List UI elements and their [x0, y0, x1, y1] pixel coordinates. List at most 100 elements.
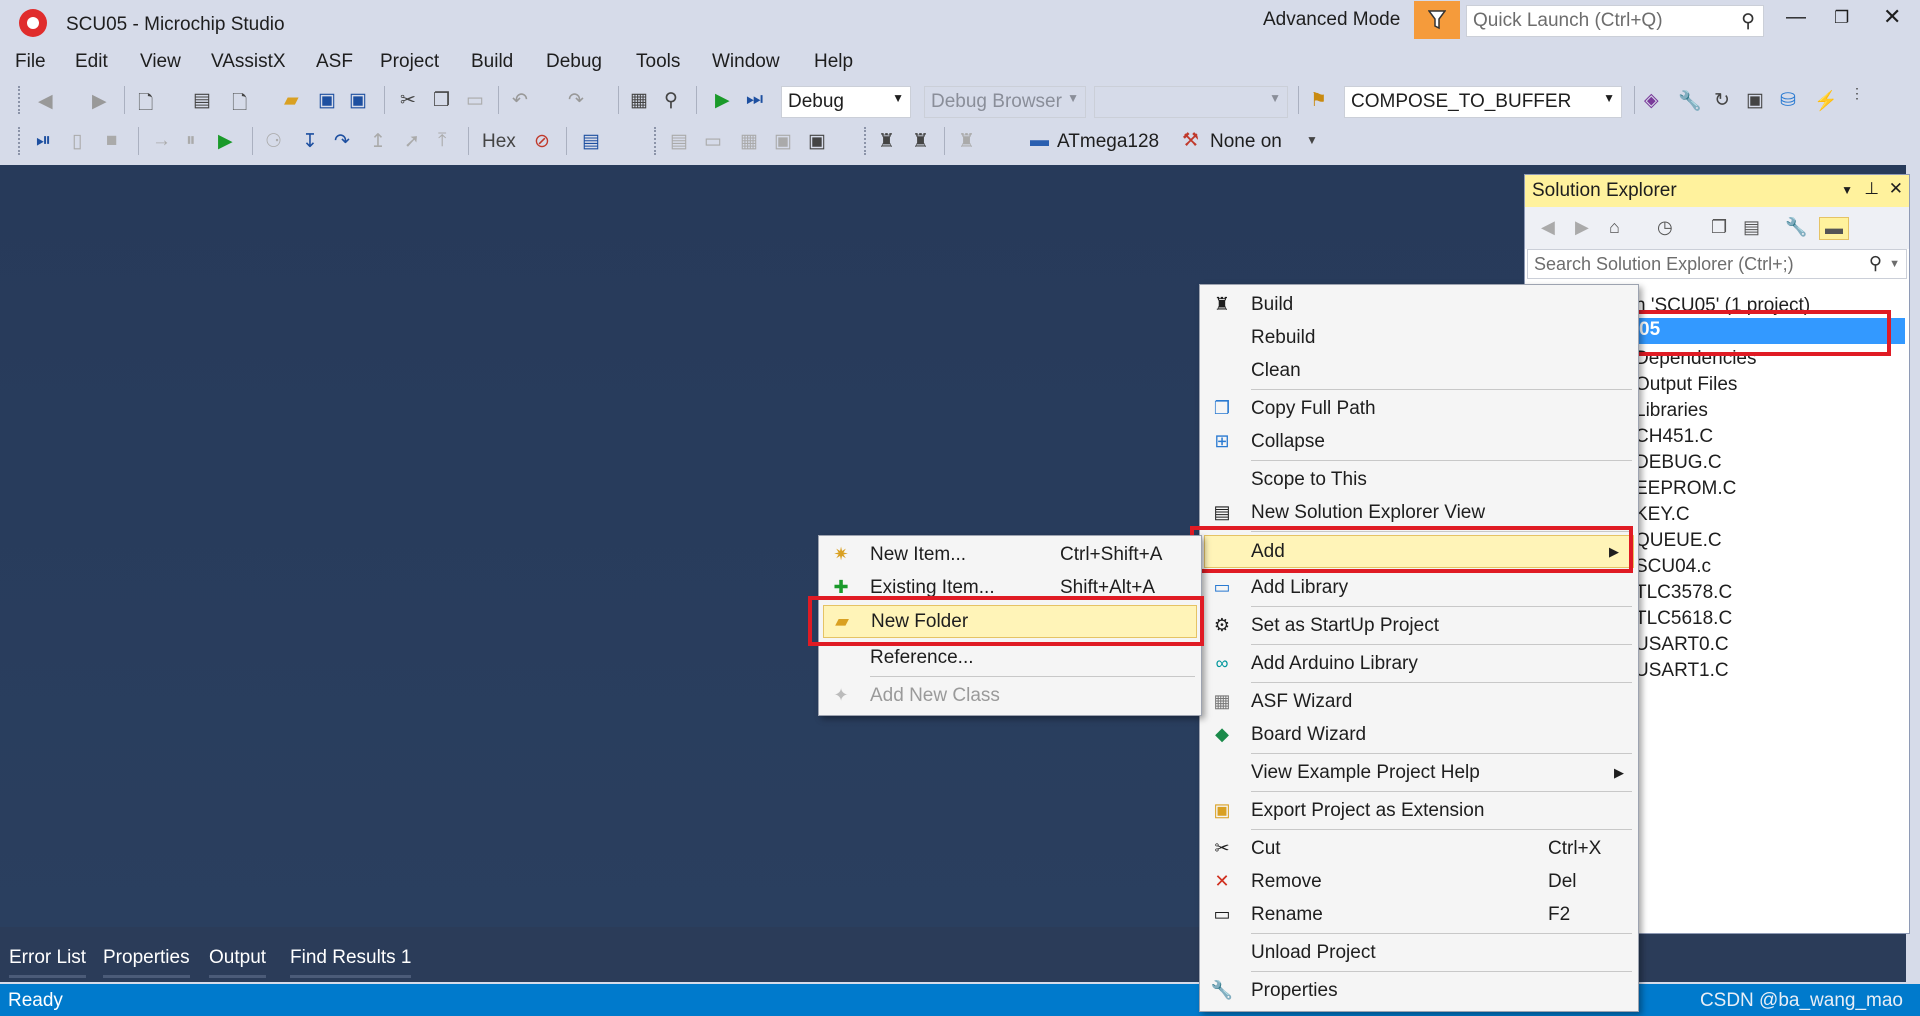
start-debugging-icon[interactable]: ▶ [715, 89, 730, 112]
menu-item-unload-project[interactable]: Unload Project [1200, 937, 1638, 970]
device-chip-icon[interactable]: ▬ [1030, 130, 1049, 152]
new-project-icon[interactable]: 🗋 [138, 89, 153, 121]
debug-browser-select[interactable]: Debug Browser ▼ [924, 86, 1086, 118]
tab-output[interactable]: Output [209, 947, 267, 978]
properties-icon[interactable]: 🔧 [1785, 217, 1807, 238]
cut-icon[interactable]: ✂ [400, 89, 416, 112]
submenu-item-reference[interactable]: Reference... [819, 642, 1201, 675]
menu-item-clean[interactable]: Clean [1200, 355, 1638, 388]
visual-studio-icon[interactable]: ◈ [1644, 89, 1659, 112]
find-icon[interactable]: ⚲ [664, 89, 678, 112]
menu-item-cut[interactable]: ✂ Cut Ctrl+X [1200, 833, 1638, 866]
tree-item[interactable]: CH451.C [1635, 426, 1713, 448]
minimize-icon[interactable]: — [1786, 6, 1806, 29]
preview-icon[interactable]: ▬ [1819, 217, 1849, 240]
menu-tools[interactable]: Tools [636, 51, 680, 73]
stop-icon[interactable]: ■ [106, 130, 117, 152]
forward-icon[interactable]: ▶ [1575, 217, 1589, 238]
start-without-debugging-icon[interactable]: ⏭ [746, 89, 763, 111]
menu-item-copy-full-path[interactable]: ❐ Copy Full Path [1200, 393, 1638, 426]
history-icon[interactable]: ◷ [1657, 217, 1673, 238]
solution-explorer-search[interactable]: Search Solution Explorer (Ctrl+;) ⚲ ▼ [1527, 249, 1907, 279]
refresh-icon[interactable]: ↻ [1714, 89, 1730, 112]
platform-select[interactable]: ▼ [1094, 86, 1288, 118]
tree-item[interactable]: USART1.C [1635, 660, 1729, 682]
filter-icon[interactable] [1414, 1, 1460, 39]
menu-debug[interactable]: Debug [546, 51, 602, 73]
tab-properties[interactable]: Properties [103, 947, 190, 978]
breakpoint-toggle-icon[interactable]: ⊘ [534, 130, 550, 153]
add-item-icon[interactable]: ▤ [193, 89, 211, 112]
run-icon[interactable]: ▶ [218, 130, 233, 153]
menu-view[interactable]: View [140, 51, 181, 73]
copy-icon[interactable]: ❐ [433, 89, 450, 112]
close-icon[interactable]: ✕ [1889, 179, 1903, 199]
solution-config-icon[interactable]: ▦ [630, 89, 648, 112]
io-view-icon[interactable]: ▦ [740, 130, 758, 153]
menu-help[interactable]: Help [814, 51, 853, 73]
restore-icon[interactable]: ❐ [1834, 8, 1849, 28]
pause-icon[interactable]: ⏸ [186, 130, 196, 152]
program-icon[interactable]: ♜ [912, 130, 929, 153]
toolbar-grip[interactable] [18, 86, 21, 114]
processor-icon[interactable]: ▣ [774, 130, 792, 153]
undo-icon[interactable]: ↶ [512, 89, 528, 112]
quick-launch-input[interactable]: Quick Launch (Ctrl+Q) ⚲ [1466, 5, 1764, 37]
show-all-files-icon[interactable]: ▤ [1743, 217, 1760, 238]
menu-item-build[interactable]: ♜ Build [1200, 289, 1638, 322]
menu-window[interactable]: Window [712, 51, 780, 73]
step-out-icon[interactable]: ↥ [370, 130, 386, 153]
menu-item-properties[interactable]: 🔧 Properties [1200, 975, 1638, 1008]
windows-icon[interactable]: ▤ [582, 130, 600, 153]
step-into-icon[interactable]: ↧ [302, 130, 318, 153]
submenu-item-new-item[interactable]: ✷ New Item... Ctrl+Shift+A [819, 539, 1201, 572]
tree-item[interactable]: TLC3578.C [1635, 582, 1732, 604]
chevron-down-icon[interactable]: ▼ [1306, 133, 1318, 147]
find-symbol-icon[interactable]: ⚑ [1310, 89, 1327, 112]
menu-item-collapse[interactable]: ⊞ Collapse [1200, 426, 1638, 459]
tree-item[interactable]: Output Files [1635, 374, 1737, 396]
lightning-icon[interactable]: ⚡ [1814, 89, 1838, 113]
menu-item-set-startup[interactable]: ⚙ Set as StartUp Project [1200, 610, 1638, 643]
function-select[interactable]: COMPOSE_TO_BUFFER ▼ [1344, 86, 1622, 118]
registers-icon[interactable]: ▤ [670, 130, 688, 153]
close-icon[interactable]: ✕ [1883, 4, 1901, 30]
tree-item[interactable]: KEY.C [1635, 504, 1690, 526]
toolbar-grip[interactable] [654, 127, 657, 155]
menu-item-asf-wizard[interactable]: ▦ ASF Wizard [1200, 686, 1638, 719]
tree-item[interactable]: Libraries [1635, 400, 1708, 422]
menu-vassistx[interactable]: VAssistX [211, 51, 286, 73]
device-name[interactable]: ATmega128 [1057, 131, 1159, 153]
save-icon[interactable]: ▣ [318, 89, 336, 112]
attach-icon[interactable]: ▯ [72, 130, 82, 153]
chevron-down-icon[interactable]: ▼ [1841, 183, 1853, 197]
home-icon[interactable]: ⌂ [1609, 217, 1620, 238]
hex-toggle[interactable]: Hex [482, 131, 516, 153]
tree-item[interactable]: USART0.C [1635, 634, 1729, 656]
menu-asf[interactable]: ASF [316, 51, 353, 73]
run-to-cursor-icon[interactable]: ➚ [404, 130, 420, 153]
save-all-icon[interactable]: ▣ [349, 89, 367, 112]
back-icon[interactable]: ◀ [1541, 217, 1555, 238]
wrench-icon[interactable]: 🔧 [1678, 89, 1702, 113]
tab-find-results[interactable]: Find Results 1 [290, 947, 412, 978]
forward-icon[interactable]: ▶ [92, 90, 107, 113]
new-item-icon[interactable]: 🗋 [232, 89, 247, 121]
device-programming-icon[interactable]: ♜ [878, 130, 895, 153]
set-next-statement-icon[interactable]: ⤒ [438, 130, 446, 152]
menu-item-export-extension[interactable]: ▣ Export Project as Extension [1200, 795, 1638, 828]
menu-item-rebuild[interactable]: Rebuild [1200, 322, 1638, 355]
tool-icon[interactable]: ⚒ [1182, 129, 1199, 152]
continue-icon[interactable]: ⏯ [36, 130, 51, 152]
toolbar-grip[interactable] [864, 127, 867, 155]
network-icon[interactable]: ⛁ [1780, 89, 1796, 112]
menu-item-board-wizard[interactable]: ◆ Board Wizard [1200, 719, 1638, 752]
overflow-icon[interactable]: ⋮ [1850, 85, 1864, 102]
tab-error-list[interactable]: Error List [9, 947, 87, 978]
tree-item[interactable]: TLC5618.C [1635, 608, 1732, 630]
chip-icon[interactable]: ▣ [1746, 89, 1764, 112]
memory-icon[interactable]: ▭ [704, 130, 722, 153]
chevron-down-icon[interactable]: ▼ [1889, 258, 1900, 270]
tree-item[interactable]: SCU04.c [1635, 556, 1711, 578]
pin-icon[interactable]: ⊥ [1864, 179, 1879, 199]
